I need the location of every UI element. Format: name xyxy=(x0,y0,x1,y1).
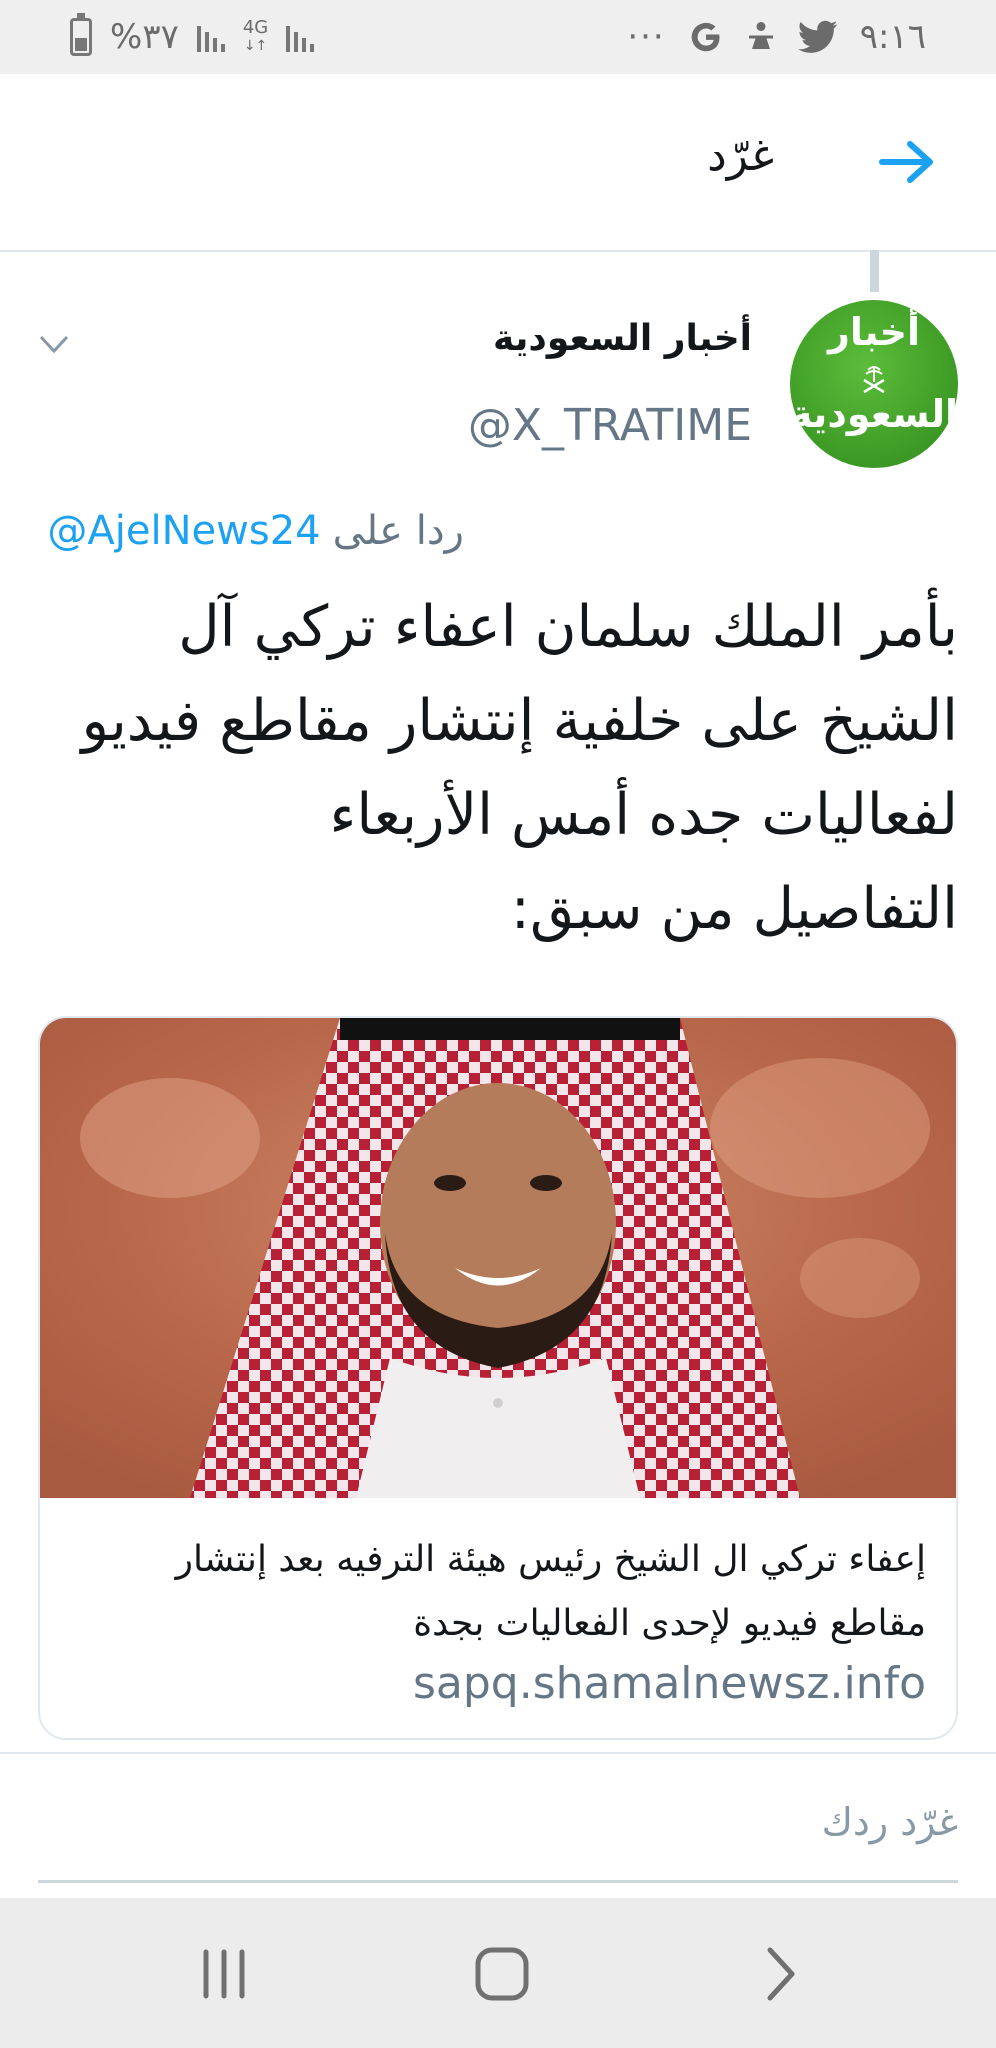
saudi-emblem-icon xyxy=(863,366,885,394)
card-image xyxy=(40,1018,956,1498)
card-domain: sapq.shamalnewsz.info xyxy=(412,1658,926,1709)
arrow-right-icon[interactable] xyxy=(878,138,938,186)
reply-context: @AjelNews24 ردا على xyxy=(47,508,464,554)
compose-underline xyxy=(38,1880,958,1883)
back-icon[interactable] xyxy=(740,1934,820,2014)
battery-icon xyxy=(70,13,92,56)
display-name[interactable]: أخبار السعودية xyxy=(493,318,752,359)
card-title-line: إعفاء تركي ال الشيخ رئيس هيئة الترفيه بع… xyxy=(175,1539,926,1580)
tweet-text-line: لفعاليات جده أمس الأربعاء xyxy=(329,782,958,848)
twitter-icon xyxy=(797,20,838,53)
status-bar: %٣٧ 4G ↓↑ ··· ٩:١٦ xyxy=(0,0,996,74)
notification-icon xyxy=(748,22,773,49)
status-bar-left: %٣٧ 4G ↓↑ xyxy=(70,13,315,60)
signal-icon xyxy=(196,22,225,52)
home-icon[interactable] xyxy=(462,1934,542,2014)
more-notifications-icon: ··· xyxy=(627,17,666,57)
google-icon xyxy=(691,22,720,52)
card-title: إعفاء تركي ال الشيخ رئيس هيئة الترفيه بع… xyxy=(66,1528,926,1656)
tweet-text-line: الشيخ على خلفية إنتشار مقاطع فيديو xyxy=(81,688,959,754)
chevron-down-icon[interactable] xyxy=(38,332,70,356)
tweet-text-line: التفاصيل من سبق: xyxy=(510,876,958,942)
avatar[interactable]: أخبار السعودية xyxy=(790,300,958,468)
divider xyxy=(0,1752,996,1754)
signal-icon-2 xyxy=(286,22,315,52)
tweet-text: بأمر الملك سلمان اعفاء تركي آل الشيخ على… xyxy=(40,580,959,956)
reply-to-handle[interactable]: @AjelNews24 xyxy=(47,508,320,554)
recent-apps-icon[interactable] xyxy=(184,1934,264,2014)
clock: ٩:١٦ xyxy=(859,17,926,57)
avatar-text-bottom: السعودية xyxy=(790,392,958,436)
system-nav-bar xyxy=(0,1898,996,2048)
network-label: 4G xyxy=(242,17,269,38)
link-preview-card[interactable]: إعفاء تركي ال الشيخ رئيس هيئة الترفيه بع… xyxy=(38,1016,958,1740)
reply-compose-input[interactable]: غرّد ردك xyxy=(822,1800,958,1844)
avatar-text-top: أخبار xyxy=(827,310,921,354)
app-header xyxy=(0,74,996,252)
page-title: غرّد xyxy=(707,130,774,181)
network-4g-icon: 4G ↓↑ xyxy=(242,17,269,55)
status-bar-right: ··· ٩:١٦ xyxy=(627,14,926,60)
user-handle[interactable]: @X_TRATIME xyxy=(468,400,752,451)
tweet-text-line: بأمر الملك سلمان اعفاء تركي آل xyxy=(178,594,958,660)
reply-prefix: ردا على xyxy=(332,508,464,554)
thread-connector-line xyxy=(870,250,879,292)
card-title-line: مقاطع فيديو لإحدى الفعاليات بجدة xyxy=(413,1603,926,1644)
battery-percentage: %٣٧ xyxy=(110,17,179,57)
